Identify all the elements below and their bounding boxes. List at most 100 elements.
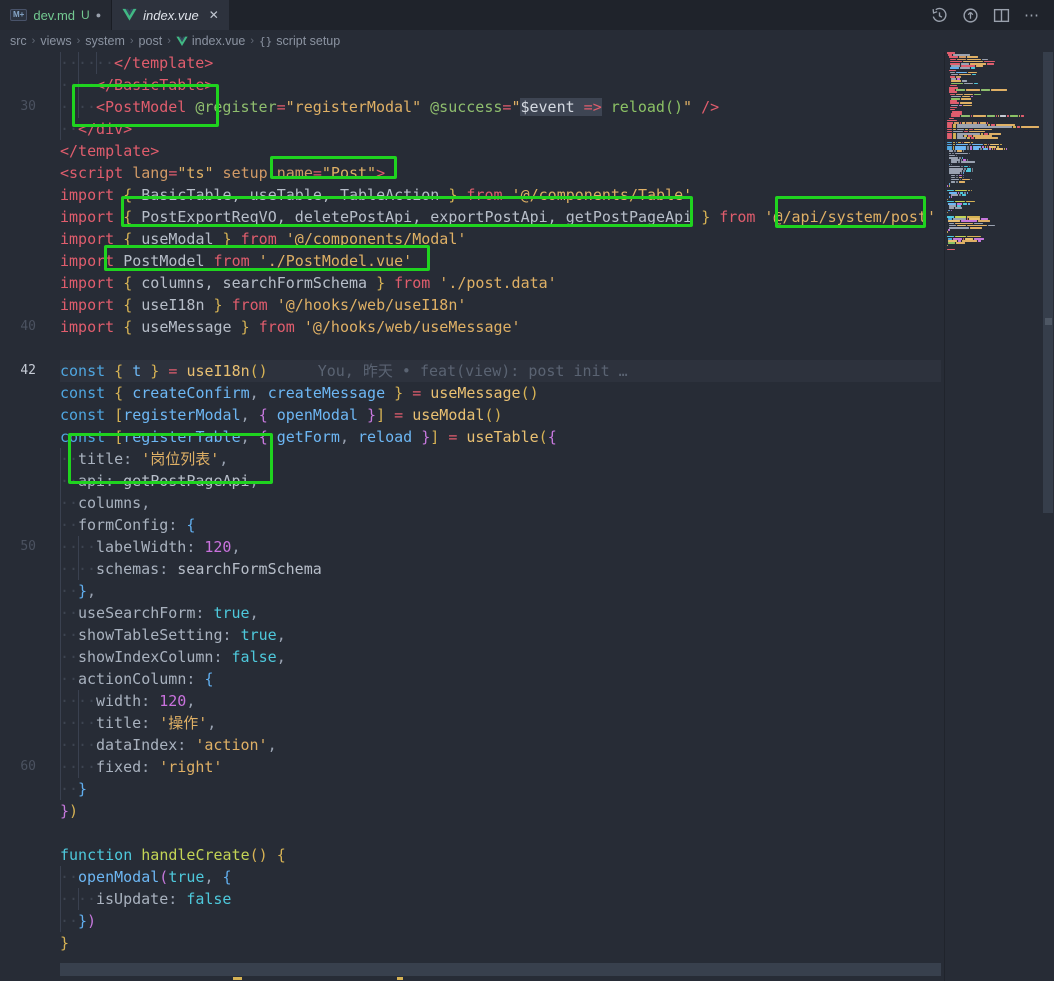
code-line-content[interactable]: import { BasicTable, useTable, TableActi… xyxy=(60,184,941,206)
code-line[interactable]: 42const { t } = useI18n()You, 昨天 • feat(… xyxy=(0,360,941,382)
split-editor-icon[interactable] xyxy=(993,7,1010,24)
code-line[interactable]: import { PostExportReqVO, deletePostApi,… xyxy=(0,206,941,228)
code-line[interactable]: ··api: getPostPageApi, xyxy=(0,470,941,492)
code-line-content[interactable]: ··showIndexColumn: false, xyxy=(60,646,941,668)
code-line[interactable]: ··} xyxy=(0,778,941,800)
code-line[interactable]: ··showTableSetting: true, xyxy=(0,624,941,646)
code-line[interactable]: ··}, xyxy=(0,580,941,602)
code-line[interactable]: ······</template> xyxy=(0,52,941,74)
code-line-content[interactable]: </template> xyxy=(60,140,941,162)
code-line-content[interactable]: import { useMessage } from '@/hooks/web/… xyxy=(60,316,941,338)
minimap[interactable] xyxy=(944,52,1041,981)
code-line[interactable]: ····isUpdate: false xyxy=(0,888,941,910)
code-line[interactable]: 60····fixed: 'right' xyxy=(0,756,941,778)
code-line-content[interactable]: ··showTableSetting: true, xyxy=(60,624,941,646)
code-line-content[interactable]: }) xyxy=(60,800,941,822)
breadcrumb-item-symbol[interactable]: script setup xyxy=(276,34,340,48)
unsaved-dot-icon[interactable]: ● xyxy=(96,11,101,20)
code-line[interactable]: ··formConfig: { xyxy=(0,514,941,536)
code-line-content[interactable]: const [registerTable, { getForm, reload … xyxy=(60,426,941,448)
code-editor[interactable]: ······</template>····</BasicTable>30····… xyxy=(0,52,941,981)
code-line-content[interactable] xyxy=(60,338,941,360)
code-line-content[interactable]: import { useModal } from '@/components/M… xyxy=(60,228,941,250)
code-line[interactable]: import { useModal } from '@/components/M… xyxy=(0,228,941,250)
tab-dev-md[interactable]: M+ dev.md U ● xyxy=(0,0,112,30)
more-actions-icon[interactable]: ⋯ xyxy=(1024,6,1040,24)
code-line-content[interactable]: <script lang="ts" setup name="Post"> xyxy=(60,162,941,184)
code-line[interactable]: }) xyxy=(0,800,941,822)
code-line-content[interactable]: ····labelWidth: 120, xyxy=(60,536,941,558)
code-line[interactable] xyxy=(0,338,941,360)
code-line[interactable]: const { createConfirm, createMessage } =… xyxy=(0,382,941,404)
code-line-content[interactable]: import PostModel from './PostModel.vue' xyxy=(60,250,941,272)
code-line[interactable]: 50····labelWidth: 120, xyxy=(0,536,941,558)
code-line[interactable]: 40import { useMessage } from '@/hooks/we… xyxy=(0,316,941,338)
code-line[interactable]: const [registerTable, { getForm, reload … xyxy=(0,426,941,448)
code-line[interactable] xyxy=(0,822,941,844)
code-line-content[interactable]: ··}) xyxy=(60,910,941,932)
code-line[interactable]: } xyxy=(0,932,941,954)
code-line[interactable]: ····width: 120, xyxy=(0,690,941,712)
code-line-content[interactable]: } xyxy=(60,932,941,954)
code-line-content[interactable]: ····schemas: searchFormSchema xyxy=(60,558,941,580)
horizontal-scrollbar-thumb[interactable] xyxy=(60,963,941,976)
code-line[interactable]: import { BasicTable, useTable, TableActi… xyxy=(0,184,941,206)
code-line[interactable]: </template> xyxy=(0,140,941,162)
code-line-content[interactable]: const [registerModal, { openModal }] = u… xyxy=(60,404,941,426)
code-line-content[interactable]: ····width: 120, xyxy=(60,690,941,712)
code-line[interactable]: ····</BasicTable> xyxy=(0,74,941,96)
code-line-content[interactable]: ··useSearchForm: true, xyxy=(60,602,941,624)
code-line-content[interactable]: ····isUpdate: false xyxy=(60,888,941,910)
code-line[interactable]: ··openModal(true, { xyxy=(0,866,941,888)
breadcrumb-item-system[interactable]: system xyxy=(85,34,125,48)
code-line[interactable]: ··</div> xyxy=(0,118,941,140)
code-line[interactable]: import { columns, searchFormSchema } fro… xyxy=(0,272,941,294)
code-line[interactable]: import PostModel from './PostModel.vue' xyxy=(0,250,941,272)
code-line-content[interactable]: ··title: '岗位列表', xyxy=(60,448,941,470)
code-line-content[interactable]: ··columns, xyxy=(60,492,941,514)
code-line[interactable]: ····dataIndex: 'action', xyxy=(0,734,941,756)
code-line-content[interactable]: import { useI18n } from '@/hooks/web/use… xyxy=(60,294,941,316)
tab-index-vue[interactable]: index.vue ✕ xyxy=(112,0,229,30)
code-line-content[interactable]: ··}, xyxy=(60,580,941,602)
open-changes-icon[interactable] xyxy=(962,7,979,24)
code-line-content[interactable]: ······</template> xyxy=(60,52,941,74)
breadcrumb-item-views[interactable]: views xyxy=(40,34,71,48)
vertical-scrollbar[interactable] xyxy=(1041,52,1054,981)
code-line-content[interactable]: ····dataIndex: 'action', xyxy=(60,734,941,756)
code-line-content[interactable]: const { t } = useI18n()You, 昨天 • feat(vi… xyxy=(60,360,941,382)
code-line[interactable]: import { useI18n } from '@/hooks/web/use… xyxy=(0,294,941,316)
code-line-content[interactable]: ····title: '操作', xyxy=(60,712,941,734)
code-line[interactable]: ··useSearchForm: true, xyxy=(0,602,941,624)
code-line[interactable]: ····title: '操作', xyxy=(0,712,941,734)
breadcrumb-item-src[interactable]: src xyxy=(10,34,27,48)
code-line-content[interactable]: ··formConfig: { xyxy=(60,514,941,536)
code-line[interactable]: ··}) xyxy=(0,910,941,932)
breadcrumb-item-file[interactable]: index.vue xyxy=(192,34,246,48)
code-line-content[interactable]: ··openModal(true, { xyxy=(60,866,941,888)
code-line-content[interactable]: ··} xyxy=(60,778,941,800)
code-line[interactable]: <script lang="ts" setup name="Post"> xyxy=(0,162,941,184)
close-tab-icon[interactable]: ✕ xyxy=(209,8,219,22)
code-line-content[interactable] xyxy=(60,822,941,844)
code-line[interactable]: ····schemas: searchFormSchema xyxy=(0,558,941,580)
code-line-content[interactable]: import { columns, searchFormSchema } fro… xyxy=(60,272,941,294)
code-line[interactable]: ··title: '岗位列表', xyxy=(0,448,941,470)
code-line[interactable]: 30····<PostModel @register="registerModa… xyxy=(0,96,941,118)
timeline-history-icon[interactable] xyxy=(931,7,948,24)
code-line-content[interactable]: ····<PostModel @register="registerModal"… xyxy=(60,96,941,118)
code-line-content[interactable]: ····</BasicTable> xyxy=(60,74,941,96)
code-line-content[interactable]: ··actionColumn: { xyxy=(60,668,941,690)
code-line-content[interactable]: ··api: getPostPageApi, xyxy=(60,470,941,492)
code-line-content[interactable]: import { PostExportReqVO, deletePostApi,… xyxy=(60,206,941,228)
code-line-content[interactable]: ··</div> xyxy=(60,118,941,140)
code-line[interactable]: ··columns, xyxy=(0,492,941,514)
code-line[interactable]: ··showIndexColumn: false, xyxy=(0,646,941,668)
code-line[interactable]: function handleCreate() { xyxy=(0,844,941,866)
code-line-content[interactable]: function handleCreate() { xyxy=(60,844,941,866)
vertical-scrollbar-thumb[interactable] xyxy=(1043,52,1053,513)
code-line[interactable]: const [registerModal, { openModal }] = u… xyxy=(0,404,941,426)
breadcrumb-item-post[interactable]: post xyxy=(139,34,163,48)
code-line-content[interactable]: ····fixed: 'right' xyxy=(60,756,941,778)
code-line[interactable]: ··actionColumn: { xyxy=(0,668,941,690)
